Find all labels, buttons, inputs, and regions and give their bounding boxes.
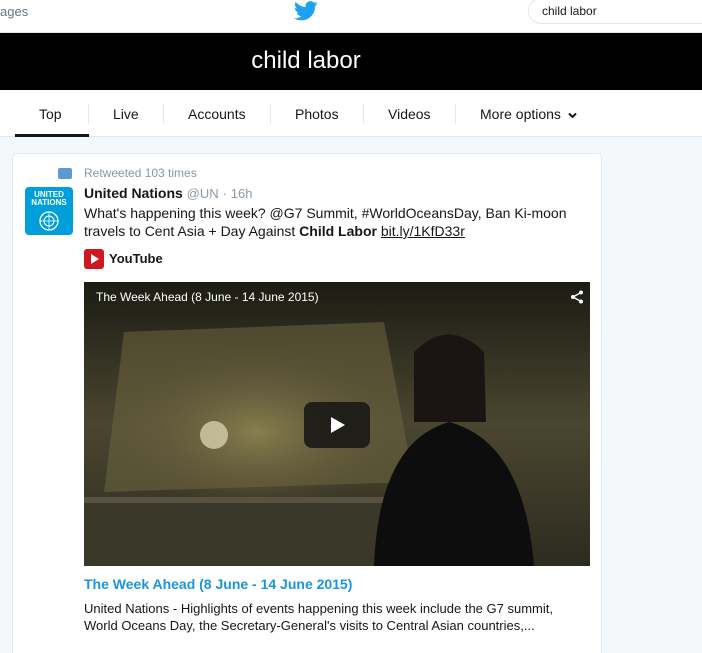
nav-messages-link[interactable]: ages: [0, 4, 28, 19]
tweet-timestamp[interactable]: 16h: [231, 186, 253, 201]
tab-live[interactable]: Live: [113, 106, 139, 122]
search-header: child labor: [0, 33, 702, 90]
video-title-overlay: The Week Ahead (8 June - 14 June 2015): [96, 290, 319, 304]
header-separator: ·: [222, 186, 227, 201]
card-title-link[interactable]: The Week Ahead (8 June - 14 June 2015): [84, 576, 352, 592]
chevron-down-icon: [568, 112, 577, 119]
tab-more-options[interactable]: More options: [480, 106, 577, 122]
tab-divider: [363, 104, 364, 124]
tab-top[interactable]: Top: [39, 106, 62, 122]
share-icon[interactable]: [570, 290, 584, 304]
twitter-bird-icon[interactable]: [294, 1, 318, 21]
search-tabs: Top Live Accounts Photos Videos More opt…: [0, 90, 702, 137]
active-tab-indicator: [15, 134, 89, 137]
card-description: United Nations - Highlights of events ha…: [84, 601, 553, 633]
play-icon: [331, 417, 345, 433]
retweet-count-text: Retweeted 103 times: [84, 166, 197, 180]
tweet-header: United Nations @UN · 16h: [84, 185, 252, 201]
search-input[interactable]: child labor: [528, 0, 702, 24]
card-source-label: YouTube: [109, 251, 163, 266]
search-query-title: child labor: [251, 47, 361, 74]
tweet-link[interactable]: bit.ly/1KfD33r: [381, 223, 465, 239]
top-navigation: ages child labor: [0, 0, 702, 33]
tab-divider: [270, 104, 271, 124]
tab-more-options-label: More options: [480, 106, 561, 122]
avatar-logo-text-2: NATIONS: [31, 198, 67, 207]
tweet-card[interactable]: Retweeted 103 times UNITED NATIONS Unite…: [12, 153, 602, 653]
tab-videos[interactable]: Videos: [388, 106, 431, 122]
tab-photos[interactable]: Photos: [295, 106, 339, 122]
author-handle[interactable]: @UN: [187, 186, 219, 201]
video-player[interactable]: The Week Ahead (8 June - 14 June 2015): [84, 282, 590, 566]
retweet-icon: [58, 168, 72, 179]
youtube-icon: [84, 249, 104, 269]
play-button[interactable]: [304, 402, 370, 448]
avatar[interactable]: UNITED NATIONS: [25, 187, 73, 235]
tab-divider: [88, 104, 89, 124]
tab-accounts[interactable]: Accounts: [188, 106, 246, 122]
un-emblem-icon: [39, 211, 59, 231]
tweet-text-highlight: Child Labor: [299, 223, 377, 239]
tweet-text: What's happening this week? @G7 Summit, …: [84, 204, 589, 240]
tab-divider: [163, 104, 164, 124]
author-name[interactable]: United Nations: [84, 185, 183, 201]
tab-divider: [455, 104, 456, 124]
